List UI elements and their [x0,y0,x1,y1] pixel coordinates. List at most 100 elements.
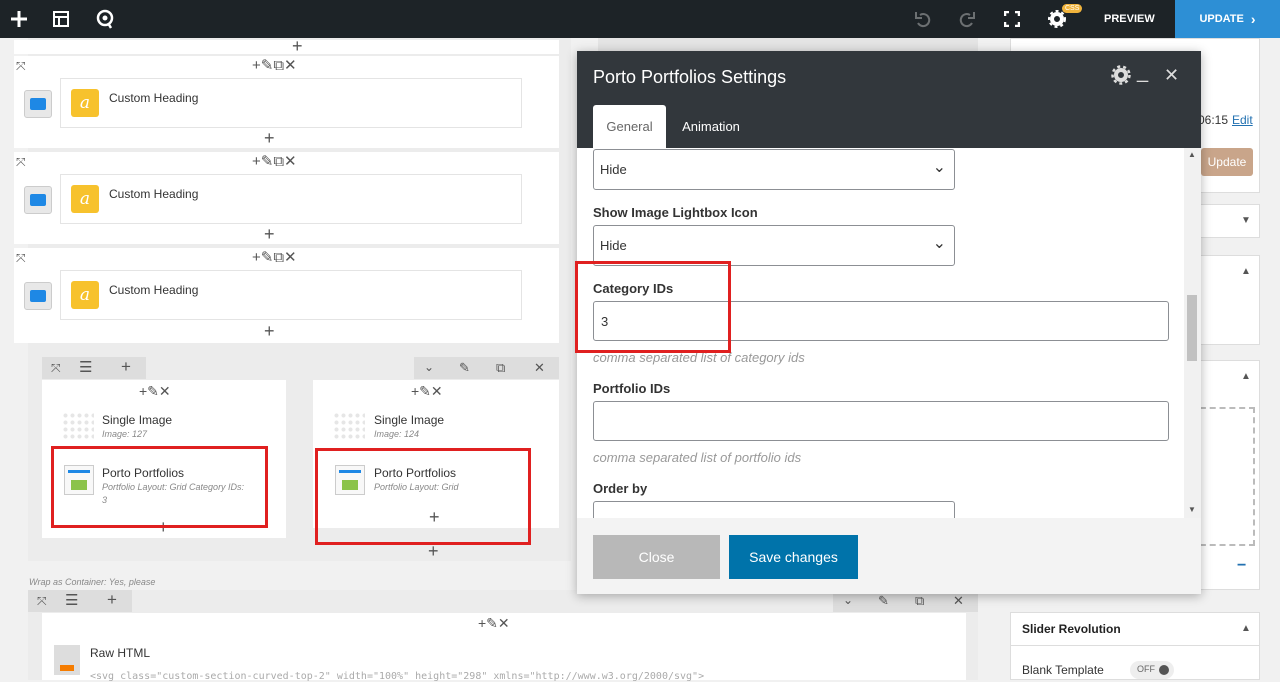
add-icon[interactable]: + [264,322,275,340]
heading-icon: a [71,185,99,213]
image-placeholder-icon [62,412,94,440]
edit-date-link[interactable]: Edit [1232,113,1253,127]
add-icon[interactable]: + [292,37,303,55]
raw-html-icon [54,645,80,675]
row-toolbar-right: ⌄ ✎ ⧉ ✕ [414,357,559,379]
drag-handle-icon[interactable]: ⤧ [51,361,61,376]
column-controls[interactable]: +✎✕ [478,616,510,631]
add-column-icon[interactable]: + [107,591,117,608]
preview-button[interactable]: PREVIEW [1104,0,1155,38]
tab-general[interactable]: General [593,105,666,148]
custom-heading-element[interactable]: a Custom Heading [60,174,522,224]
row-controls[interactable]: +✎⧉✕ [252,250,297,265]
edit-icon[interactable]: ✎ [878,593,889,608]
image-placeholder-icon [333,412,365,440]
drag-handle-icon[interactable]: ⤧ [16,155,26,170]
update-label: UPDATE [1199,13,1244,25]
top-toolbar: CSS PREVIEW UPDATE › [0,0,1280,38]
scrollbar-thumb[interactable] [1187,295,1197,361]
portfolio-ids-input[interactable] [593,401,1169,441]
clone-icon[interactable]: ⧉ [915,593,924,608]
column-icon [24,282,52,310]
drag-handle-icon[interactable]: ⤧ [16,251,26,266]
row-toolbar: ⤧ ☰ + [28,590,132,612]
portfolio-ids-hint: comma separated list of portfolio ids [593,450,802,465]
modal-footer: Close Save changes [577,518,1201,594]
element-title[interactable]: Single Image [374,413,444,427]
chevron-right-icon: › [1250,11,1256,27]
tab-animation[interactable]: Animation [672,105,750,148]
redo-icon[interactable] [948,0,986,38]
blank-template-toggle[interactable]: OFF [1130,661,1174,679]
slider-revolution-title: Slider Revolution [1022,622,1121,636]
chevron-up-icon[interactable]: ▲ [1241,623,1251,634]
order-by-label: Order by [593,481,648,496]
modal-title: Porto Portfolios Settings [593,67,787,87]
clone-icon[interactable]: ⧉ [496,360,505,375]
lightbox-label: Show Image Lightbox Icon [593,205,758,220]
layout-icon[interactable]: ☰ [79,360,92,375]
element-title: Custom Heading [109,91,199,105]
edit-icon[interactable]: ✎ [459,360,470,375]
add-element-icon[interactable] [0,0,38,38]
blank-template-label: Blank Template [1022,663,1104,677]
fullscreen-icon[interactable] [993,0,1031,38]
layout-icon[interactable]: ☰ [65,593,78,608]
chevron-up-icon[interactable]: ▲ [1241,371,1251,382]
drag-handle-icon[interactable]: ⤧ [16,59,26,74]
element-subtitle: Image: 127 [102,429,148,439]
minimize-icon[interactable]: _ [1137,61,1148,84]
raw-html-code: <svg class="custom-section-curved-top-2"… [90,671,705,682]
row-top-remnant: + [14,37,559,55]
save-changes-button[interactable]: Save changes [729,535,858,579]
wrap-note: Wrap as Container: Yes, please [29,577,156,587]
column-icon [24,186,52,214]
heading-icon: a [71,89,99,117]
scroll-up-icon[interactable]: ▲ [1188,150,1196,159]
chevron-up-icon[interactable]: ▲ [1241,266,1251,277]
custom-heading-element[interactable]: a Custom Heading [60,270,522,320]
close-button[interactable]: Close [593,535,720,579]
css-badge: CSS [1062,4,1083,13]
modal-settings-gear-icon[interactable] [1111,65,1131,90]
undo-icon[interactable] [904,0,942,38]
order-by-select[interactable] [593,501,955,518]
column-controls[interactable]: +✎✕ [411,384,443,399]
column-controls[interactable]: +✎✕ [139,384,171,399]
minus-icon[interactable]: − [1237,557,1246,575]
chevron-down-icon[interactable]: ⌄ [424,360,434,375]
scroll-down-icon[interactable]: ▼ [1188,505,1196,514]
element-title: Custom Heading [109,187,199,201]
seo-icon[interactable] [86,0,124,38]
heading-row-2: ⤧ +✎⧉✕ a Custom Heading + [14,152,559,244]
delete-icon[interactable]: ✕ [953,593,964,608]
row-controls[interactable]: +✎⧉✕ [252,154,297,169]
element-title[interactable]: Single Image [102,413,172,427]
element-title: Custom Heading [109,283,199,297]
chevron-down-icon[interactable]: ▼ [1241,215,1251,226]
settings-modal: Porto Portfolios Settings _ ✕ General An… [575,51,1201,594]
raw-html-column: +✎✕ Raw HTML <svg class="custom-section-… [42,613,966,682]
modal-scrollbar[interactable]: ▲ ▼ [1184,148,1201,518]
add-icon[interactable]: + [264,225,275,243]
toggle-label: OFF [1137,664,1155,674]
highlight-box [575,261,731,353]
row-controls[interactable]: +✎⧉✕ [252,58,297,73]
heading-row-1: ⤧ +✎⧉✕ a Custom Heading + [14,56,559,148]
hide-select[interactable]: Hide [593,149,955,190]
chevron-down-icon[interactable]: ⌄ [843,593,853,608]
add-icon[interactable]: + [264,129,275,147]
update-button[interactable]: UPDATE › [1175,0,1280,38]
lightbox-select[interactable]: Hide [593,225,955,266]
close-icon[interactable]: ✕ [1164,65,1179,86]
element-subtitle: Image: 124 [374,429,420,439]
templates-icon[interactable] [42,0,80,38]
add-column-icon[interactable]: + [121,358,131,375]
delete-icon[interactable]: ✕ [534,360,545,375]
drag-handle-icon[interactable]: ⤧ [37,594,47,609]
custom-heading-element[interactable]: a Custom Heading [60,78,522,128]
portfolio-ids-label: Portfolio IDs [593,381,671,396]
element-title[interactable]: Raw HTML [90,646,150,660]
update-post-button[interactable]: Update [1201,148,1253,176]
heading-row-3: ⤧ +✎⧉✕ a Custom Heading + [14,248,559,343]
